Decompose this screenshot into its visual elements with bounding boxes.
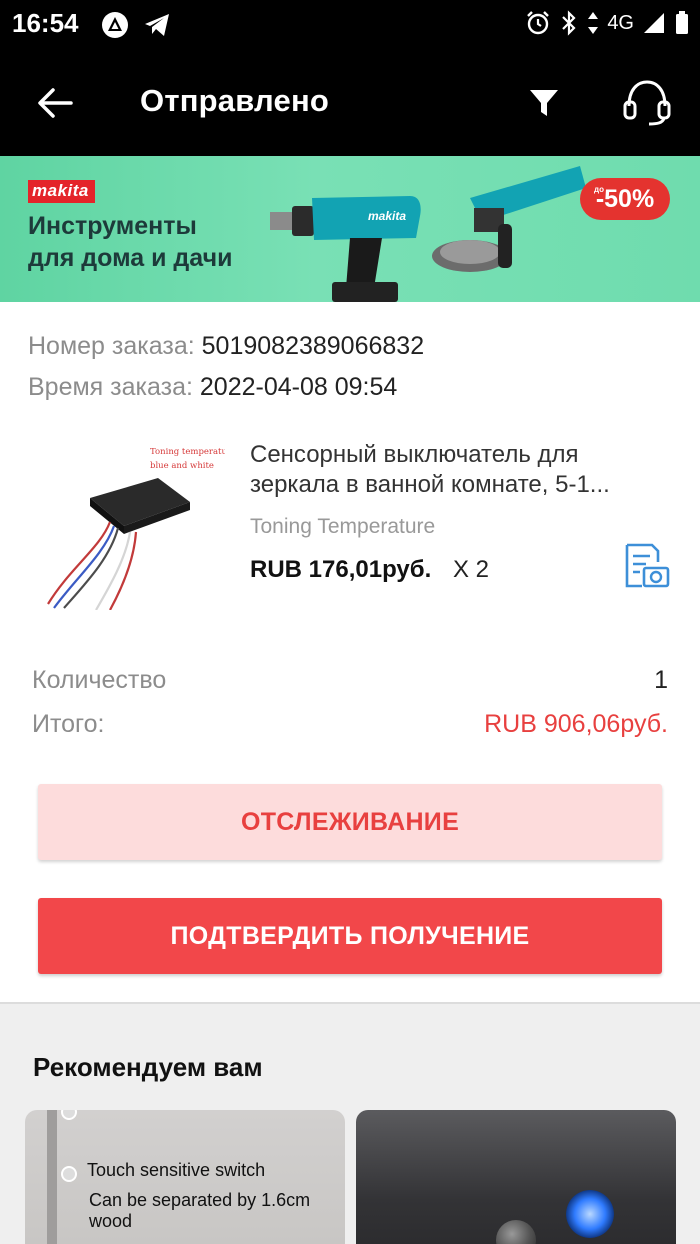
card-caption-line2: Can be separated by 1.6cm wood [89,1190,311,1231]
svg-text:makita: makita [368,209,406,223]
track-button[interactable]: ОТСЛЕЖИВАНИЕ [38,784,662,860]
discount-badge: до -50% [580,178,670,220]
grinder-image [432,166,586,272]
discount-prefix: до [594,185,604,194]
back-button[interactable] [30,80,80,126]
order-time-label: Время заказа: [28,373,193,401]
recommendations-title: Рекомендуем вам [33,1052,263,1082]
discount-value: -50% [595,184,655,213]
signal-icon [644,13,664,33]
card-caption-line1: Touch sensitive switch [87,1160,266,1180]
support-button[interactable] [618,76,676,130]
card-image-strip [47,1110,57,1244]
quantity-value: 1 [654,666,668,694]
telegram-icon [145,14,169,36]
recommended-product-card[interactable] [356,1110,676,1244]
order-time-row: Время заказа: 2022-04-08 09:54 [28,373,397,402]
recommended-product-card[interactable]: Touch sensitive switch Can be separated … [25,1110,345,1244]
recommendations-section: Рекомендуем вам Touch sensitive switch C… [0,1002,700,1244]
data-arrows-icon [588,12,599,34]
product-variant: Toning Temperature [250,515,436,538]
brand-logo: makita [28,180,95,203]
card-image-led [566,1190,614,1238]
product-quantity: X 2 [453,556,490,583]
product-title[interactable]: Сенсорный выключатель для зеркала в ванн… [250,440,670,500]
card-image-knob [496,1220,536,1244]
status-system-icons: 4G [525,10,690,36]
product-image-caption2: blue and white [150,461,214,471]
card-image-dot [61,1166,77,1182]
page-title: Отправлено [140,83,330,118]
product-photo: Toning temperature blue and white [47,447,236,611]
product-image[interactable]: Toning temperature blue and white [40,438,236,611]
status-time: 16:54 [12,8,79,38]
promo-banner[interactable]: makita Инструменты для дома и дачи makit… [0,156,700,302]
filter-icon [530,90,558,116]
total-label: Итого: [32,710,105,738]
card-image-dot [61,1110,77,1120]
network-type: 4G [607,11,634,34]
confirm-receipt-button[interactable]: ПОДТВЕРДИТЬ ПОЛУЧЕНИЕ [38,898,662,974]
order-number-label: Номер заказа: [28,332,195,360]
app-bar: Отправлено [0,50,700,156]
order-number-value: 5019082389066832 [201,332,425,360]
drill-image: makita [270,196,421,302]
quantity-label: Количество [32,666,167,694]
filter-button[interactable] [520,80,568,126]
product-price: RUB 176,01руб. [250,556,432,583]
photo-receipt-button[interactable] [622,542,670,590]
document-camera-icon [625,543,670,588]
status-notification-icons [100,10,172,40]
banner-headline: Инструменты [28,212,197,240]
product-image-caption1: Toning temperature [150,447,225,457]
order-time-value: 2022-04-08 09:54 [199,373,398,401]
status-bar: 16:54 4G [0,0,700,50]
back-arrow-icon [38,88,73,118]
order-number-row: Номер заказа: 5019082389066832 [28,332,424,361]
battery-icon [676,11,688,34]
bluetooth-icon [562,10,576,36]
banner-subheadline: для дома и дачи [28,244,233,272]
screen: 16:54 4G Отправлено makita Инструменты д… [0,0,700,1244]
alarm-icon [527,11,550,35]
headset-icon [623,80,671,126]
notification-icon [102,12,128,38]
total-value: RUB 906,06руб. [484,710,668,738]
